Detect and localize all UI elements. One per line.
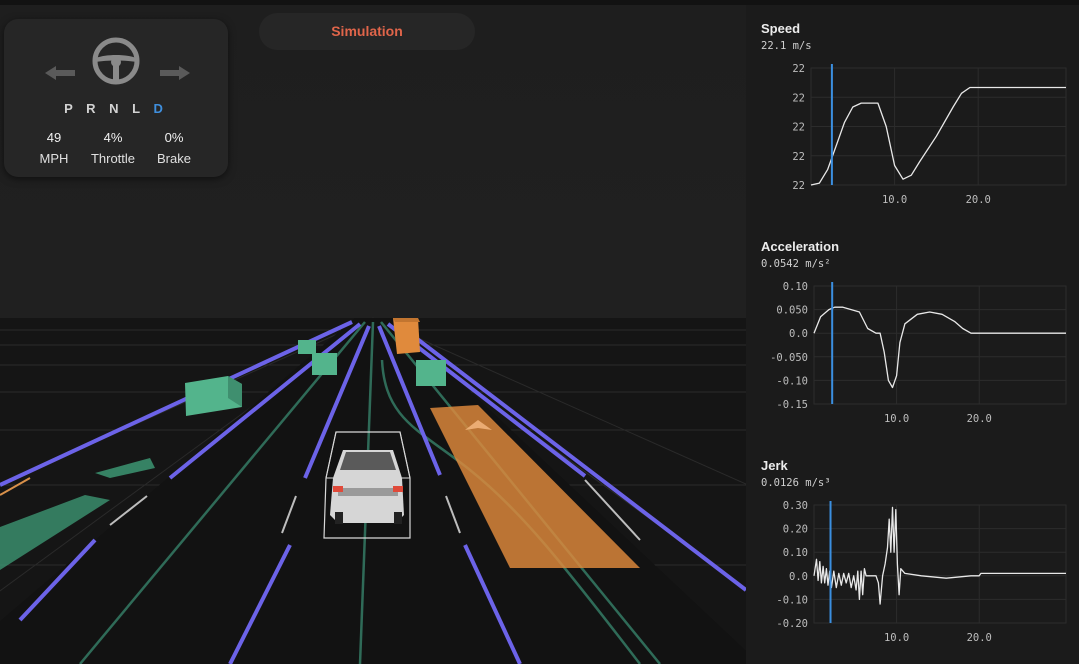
acceleration-plot-frame	[813, 285, 1067, 405]
gear-r: R	[86, 101, 101, 116]
speed-x-tick-label: 10.0	[882, 194, 907, 206]
acceleration-y-tick-label: -0.10	[776, 375, 808, 387]
acceleration-chart-title: Acceleration	[761, 239, 840, 254]
acceleration-y-tick-label: -0.050	[770, 352, 808, 364]
acceleration-y-tick-label: -0.15	[776, 399, 808, 411]
jerk-y-tick-label: 0.30	[783, 500, 808, 512]
brake-label: Brake	[157, 151, 191, 166]
obstacle-green-2	[312, 353, 337, 375]
gear-p: P	[64, 101, 78, 116]
turn-right-arrow-icon	[160, 66, 190, 80]
jerk-plot-frame	[813, 504, 1067, 624]
jerk-y-tick-label: 0.10	[783, 547, 808, 559]
gear-l: L	[132, 101, 145, 116]
speed-chart: 22 22 22 22 22 10.0 20.0	[792, 63, 1067, 206]
acceleration-x-tick-label: 10.0	[884, 413, 909, 425]
speed-chart-title: Speed	[761, 21, 801, 36]
acceleration-y-tick-label: 0.0	[789, 328, 808, 340]
turn-left-arrow-icon	[45, 66, 75, 80]
driving-hud: P R N L D 49 MPH 4% Throttle 0% Brake	[4, 19, 228, 177]
throttle-label: Throttle	[90, 151, 136, 166]
jerk-x-tick-label: 10.0	[884, 632, 909, 644]
brake-readout: 0% Brake	[139, 127, 209, 169]
jerk-chart: 0.30 0.20 0.10 0.0 -0.10 -0.20 10.0 20.0	[776, 500, 1067, 644]
jerk-y-tick-label: 0.20	[783, 524, 808, 536]
acceleration-chart: 0.10 0.050 0.0 -0.050 -0.10 -0.15 10.0 20.0	[770, 281, 1067, 425]
brake-value: 0%	[164, 130, 184, 145]
jerk-chart-value: 0.0126 m/s³	[761, 477, 831, 489]
obstacle-orange-1	[393, 318, 420, 354]
gear-selector: P R N L D	[4, 101, 228, 116]
jerk-x-tick-label: 20.0	[967, 632, 992, 644]
speed-series-line	[810, 86, 1066, 186]
simulation-mode-button[interactable]: Simulation	[259, 13, 475, 50]
jerk-chart-title: Jerk	[761, 458, 788, 473]
gear-n: N	[109, 101, 124, 116]
steering-wheel-icon	[91, 36, 141, 86]
speed-y-tick-label: 22	[792, 122, 805, 134]
acceleration-chart-value: 0.0542 m/s²	[761, 258, 831, 270]
speed-chart-value: 22.1 m/s	[761, 40, 812, 52]
metrics-panel: Speed 22.1 m/s 22 22 22 22 22 10.0 20.0 Accele…	[746, 5, 1079, 664]
speed-y-tick-label: 22	[792, 180, 805, 192]
throttle-readout: 4% Throttle	[78, 127, 148, 169]
jerk-y-tick-label: -0.20	[776, 618, 808, 630]
3d-viewport[interactable]: P R N L D 49 MPH 4% Throttle 0% Brake Si…	[0, 5, 746, 664]
speed-y-tick-label: 22	[792, 151, 805, 163]
throttle-value: 4%	[103, 130, 123, 145]
obstacle-green-4	[416, 360, 446, 386]
speed-x-tick-label: 20.0	[966, 194, 991, 206]
jerk-y-tick-label: 0.0	[789, 571, 808, 583]
jerk-y-tick-label: -0.10	[776, 594, 808, 606]
speed-y-tick-label: 22	[792, 92, 805, 104]
speed-y-tick-label: 22	[792, 63, 805, 75]
gear-d: D	[153, 101, 168, 116]
acceleration-x-tick-label: 20.0	[967, 413, 992, 425]
acceleration-y-tick-label: 0.10	[783, 281, 808, 293]
acceleration-y-tick-label: 0.050	[776, 305, 808, 317]
obstacle-green-3	[298, 340, 316, 354]
acceleration-series-line	[813, 306, 1066, 389]
jerk-series-line	[813, 506, 1066, 605]
